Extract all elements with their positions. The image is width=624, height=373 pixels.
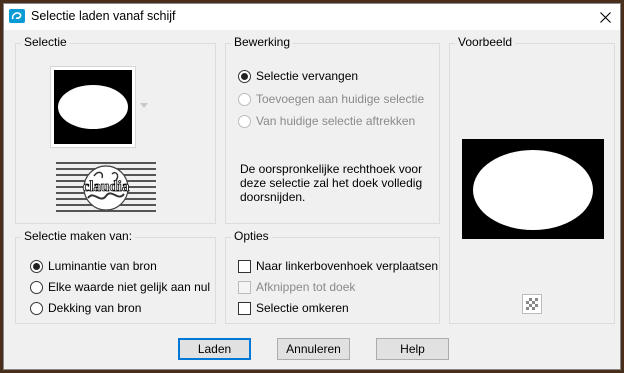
checkbox-label: Naar linkerbovenhoek verplaatsen [256, 259, 439, 273]
checkbox-linkerbovenhoek[interactable]: Naar linkerbovenhoek verplaatsen [238, 259, 438, 273]
checkerboard-icon [526, 298, 538, 310]
radio-luminantie[interactable]: Luminantie van bron [30, 259, 157, 273]
checkbox-indicator [238, 301, 251, 315]
close-icon [599, 11, 611, 23]
checkbox-afknippen[interactable]: Afknippen tot doek [238, 280, 355, 294]
checkbox-selectie-omkeren[interactable]: Selectie omkeren [238, 301, 349, 315]
close-button[interactable] [590, 4, 620, 30]
radio-label: Dekking van bron [48, 301, 142, 315]
group-voorbeeld-label: Voorbeeld [455, 35, 516, 49]
radio-label: Selectie vervangen [256, 69, 359, 83]
load-button[interactable]: Laden [178, 338, 251, 360]
checkbox-label: Selectie omkeren [256, 301, 349, 315]
group-bewerking: Bewerking Selectie vervangen Toevoegen a… [225, 35, 440, 224]
group-selectie-maken: Selectie maken van: Luminantie van bron … [15, 229, 216, 324]
group-bewerking-label: Bewerking [231, 35, 294, 49]
title-bar: Selectie laden vanaf schijf [4, 4, 620, 30]
radio-aftrekken[interactable]: Van huidige selectie aftrekken [238, 114, 415, 128]
group-opties-label: Opties [231, 229, 272, 243]
help-button[interactable]: Help [376, 338, 449, 360]
app-icon [9, 9, 25, 23]
radio-indicator [30, 259, 43, 273]
cancel-button[interactable]: Annuleren [277, 338, 350, 360]
watermark-logo: claudia [54, 160, 158, 214]
radio-indicator [238, 114, 251, 128]
window-frame: Selectie laden vanaf schijf Selectie cla… [0, 0, 624, 373]
selection-thumbnail-picker[interactable] [50, 66, 148, 148]
radio-elke-waarde[interactable]: Elke waarde niet gelijk aan nul [30, 280, 210, 294]
checkbox-indicator [238, 259, 251, 273]
radio-label: Van huidige selectie aftrekken [256, 114, 416, 128]
group-selectie: Selectie claudia [15, 35, 216, 224]
dialog-window: Selectie laden vanaf schijf Selectie cla… [3, 3, 621, 370]
bewerking-description: De oorspronkelijke rechthoek voor deze s… [240, 162, 423, 204]
group-selectie-maken-label: Selectie maken van: [21, 229, 136, 243]
preview-image [462, 139, 604, 239]
radio-label: Toevoegen aan huidige selectie [256, 92, 425, 106]
group-opties: Opties Naar linkerbovenhoek verplaatsen … [225, 229, 440, 324]
checkbox-label: Afknippen tot doek [256, 280, 356, 294]
radio-dekking[interactable]: Dekking van bron [30, 301, 141, 315]
radio-selectie-vervangen[interactable]: Selectie vervangen [238, 69, 358, 83]
radio-indicator [238, 92, 251, 106]
radio-indicator [30, 280, 43, 294]
group-voorbeeld: Voorbeeld [449, 35, 615, 324]
transparency-toggle-button[interactable] [522, 294, 542, 314]
radio-label: Elke waarde niet gelijk aan nul [48, 280, 211, 294]
window-title: Selectie laden vanaf schijf [31, 9, 176, 23]
radio-indicator [30, 301, 43, 315]
dropdown-arrow-icon [140, 103, 148, 108]
watermark-text: claudia [83, 179, 130, 195]
selection-thumbnail [54, 70, 132, 144]
radio-label: Luminantie van bron [48, 259, 157, 273]
radio-toevoegen[interactable]: Toevoegen aan huidige selectie [238, 92, 424, 106]
checkbox-indicator [238, 280, 251, 294]
radio-indicator [238, 69, 251, 83]
group-selectie-label: Selectie [21, 35, 70, 49]
